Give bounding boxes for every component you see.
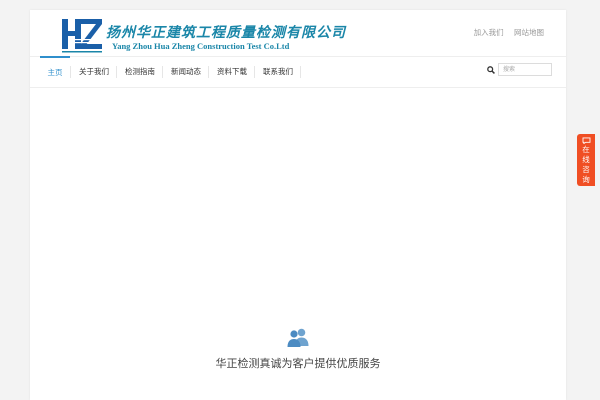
nav-item-contact[interactable]: 联系我们 [256, 57, 300, 86]
header: 扬州华正建筑工程质量检测有限公司 Yang Zhou Hua Zheng Con… [30, 10, 566, 60]
nav-divider [208, 66, 209, 78]
join-us-link[interactable]: 加入我们 [474, 28, 504, 37]
nav-item-news[interactable]: 新闻动态 [164, 57, 208, 86]
nav-divider [162, 66, 163, 78]
nav-item-guide[interactable]: 检测指南 [118, 57, 162, 86]
search-icon[interactable] [487, 66, 495, 74]
nav-item-about[interactable]: 关于我们 [72, 57, 116, 86]
online-consult-button[interactable]: 在 线 咨 询 [577, 134, 595, 186]
chat-icon [582, 137, 590, 144]
users-icon [287, 328, 309, 347]
main-nav: 主页 关于我们 检测指南 新闻动态 资料下载 联系我们 [30, 56, 566, 88]
sitemap-link[interactable]: 网站地图 [514, 28, 544, 37]
consult-label-char: 在 [582, 145, 590, 154]
nav-divider [254, 66, 255, 78]
consult-label-char: 咨 [582, 165, 590, 174]
logo-english-name: Yang Zhou Hua Zheng Construction Test Co… [112, 41, 290, 51]
logo-chinese-name: 扬州华正建筑工程质量检测有限公司 [106, 25, 346, 41]
nav-item-downloads[interactable]: 资料下载 [210, 57, 254, 86]
nav-divider [300, 66, 301, 78]
nav-divider [116, 66, 117, 78]
page-container: 扬州华正建筑工程质量检测有限公司 Yang Zhou Hua Zheng Con… [30, 10, 566, 400]
search-input[interactable] [498, 63, 552, 76]
consult-label-char: 线 [582, 155, 590, 164]
nav-item-home[interactable]: 主页 [40, 56, 70, 87]
company-logo[interactable]: 扬州华正建筑工程质量检测有限公司 Yang Zhou Hua Zheng Con… [60, 15, 345, 57]
nav-divider [70, 66, 71, 78]
consult-label-char: 询 [582, 175, 590, 184]
service-tagline: 华正检测真诚为客户提供优质服务 [215, 357, 381, 370]
hz-logo-mark-icon [62, 19, 102, 53]
top-links: 加入我们 网站地图 [466, 27, 544, 38]
